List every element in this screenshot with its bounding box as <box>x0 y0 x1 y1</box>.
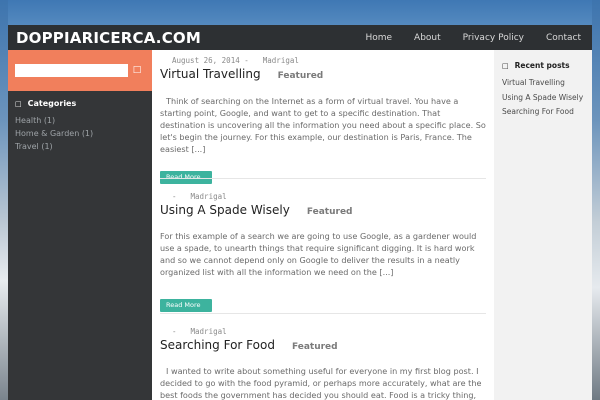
search-icon[interactable]: □ <box>131 64 143 77</box>
recent-posts-title: Recent posts <box>514 61 570 70</box>
categories-title: Categories <box>27 99 77 108</box>
post-divider <box>160 178 486 179</box>
post-excerpt: For this example of a search we are goin… <box>160 231 477 277</box>
background-mountain-left <box>0 0 8 400</box>
post: August 26, 2014 - Madrigal Virtual Travel… <box>152 56 494 184</box>
left-sidebar: □ □ Categories Health (1) Home & Garden … <box>8 50 152 400</box>
post: - Madrigal Searching For Food Featured I … <box>152 327 494 400</box>
recent-posts-heading: □ Recent posts <box>494 50 592 76</box>
category-item-travel[interactable]: Travel (1) <box>15 140 145 153</box>
nav-about[interactable]: About <box>403 33 452 43</box>
post-tag[interactable]: Featured <box>307 207 353 217</box>
post-meta: August 26, 2014 - Madrigal <box>160 56 486 65</box>
nav-contact[interactable]: Contact <box>535 33 592 43</box>
post-title-row: Using A Spade Wisely Featured <box>160 203 486 217</box>
categories-heading: □ Categories <box>8 91 152 114</box>
post-title-row: Searching For Food Featured <box>160 338 486 352</box>
site-logo[interactable]: DOPPIARICERCA.COM <box>8 29 201 47</box>
post-divider <box>160 313 486 314</box>
background-mountain-right <box>592 0 600 400</box>
pin-icon: □ <box>502 61 509 70</box>
post-date: - <box>172 327 177 336</box>
right-sidebar: □ Recent posts Virtual Travelling Using … <box>494 50 592 400</box>
post-author[interactable]: Madrigal <box>191 327 227 336</box>
recent-post-item[interactable]: Using A Spade Wisely <box>502 91 584 106</box>
post-excerpt: I wanted to write about something useful… <box>160 366 482 400</box>
nav-privacy-policy[interactable]: Privacy Policy <box>452 33 535 43</box>
read-more-wrap: Read More <box>160 292 486 312</box>
categories-list: Health (1) Home & Garden (1) Travel (1) <box>8 114 152 153</box>
recent-post-item[interactable]: Searching For Food <box>502 105 584 120</box>
post-title[interactable]: Using A Spade Wisely <box>160 203 290 217</box>
recent-posts-list: Virtual Travelling Using A Spade Wisely … <box>494 76 592 120</box>
post-title[interactable]: Virtual Travelling <box>160 67 261 81</box>
post-author[interactable]: Madrigal <box>191 192 227 201</box>
post: - Madrigal Using A Spade Wisely Featured … <box>152 192 494 312</box>
post-tag[interactable]: Featured <box>278 71 324 81</box>
read-more-button[interactable]: Read More <box>160 299 212 312</box>
search-bar: □ <box>8 50 152 91</box>
post-meta: - Madrigal <box>160 327 486 336</box>
main-content: August 26, 2014 - Madrigal Virtual Travel… <box>152 50 494 400</box>
read-more-wrap: Read More <box>160 164 486 184</box>
post-title[interactable]: Searching For Food <box>160 338 275 352</box>
post-excerpt: Think of searching on the Internet as a … <box>160 96 486 154</box>
nav-home[interactable]: Home <box>354 33 403 43</box>
post-date: August 26, 2014 - <box>172 56 249 65</box>
post-author[interactable]: Madrigal <box>263 56 299 65</box>
post-title-row: Virtual Travelling Featured <box>160 67 486 81</box>
recent-post-item[interactable]: Virtual Travelling <box>502 76 584 91</box>
main-nav: Home About Privacy Policy Contact <box>354 25 592 50</box>
post-meta: - Madrigal <box>160 192 486 201</box>
site-header: DOPPIARICERCA.COM Home About Privacy Pol… <box>8 25 592 50</box>
post-tag[interactable]: Featured <box>292 342 338 352</box>
folder-icon: □ <box>15 99 22 108</box>
category-item-health[interactable]: Health (1) <box>15 114 145 127</box>
search-input[interactable] <box>15 64 128 77</box>
category-item-home-garden[interactable]: Home & Garden (1) <box>15 127 145 140</box>
post-date: - <box>172 192 177 201</box>
